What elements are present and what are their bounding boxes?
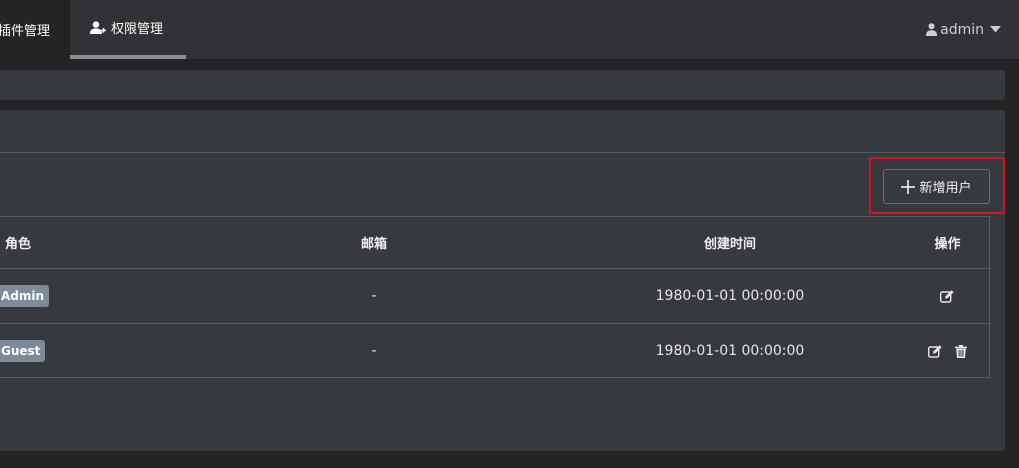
trash-icon[interactable] [955,344,967,358]
plus-icon [901,179,916,194]
column-header-actions: 操作 [934,237,961,252]
tab-plugin-management[interactable]: 插件管理 [0,0,70,59]
created-cell: 1980-01-01 00:00:00 [655,288,805,304]
tab-label: 插件管理 [0,24,51,39]
created-cell: 1980-01-01 00:00:00 [655,343,805,359]
role-cell: Guest [0,324,46,378]
username: admin [940,21,984,38]
user-panel: 新增用户 角色 邮箱 创建时间 操作 Admin - 1980-01-01 00… [0,110,1005,451]
caret-down-icon [990,26,1001,33]
edit-icon[interactable] [940,289,955,303]
users-table: 角色 邮箱 创建时间 操作 Admin - 1980-01-01 00:00:0… [0,216,990,378]
user-icon [926,23,938,36]
role-badge: Admin [0,285,50,307]
table-row: Guest - 1980-01-01 00:00:00 [0,324,989,378]
role-badge: Guest [0,340,46,362]
tab-label: 权限管理 [111,22,164,37]
email-cell: - [371,343,377,359]
table-header-row: 角色 邮箱 创建时间 操作 [0,217,989,269]
actions-cell [900,269,995,323]
table-row: Admin - 1980-01-01 00:00:00 [0,269,989,324]
column-header-role: 角色 [5,237,32,252]
column-header-created: 创建时间 [703,237,756,252]
breadcrumb-bar [0,70,1005,100]
email-cell: - [371,288,377,304]
actions-cell [900,324,995,378]
user-menu[interactable]: admin [926,0,1001,59]
tab-permission-management[interactable]: 权限管理 [70,0,186,59]
column-header-email: 邮箱 [360,237,387,252]
top-navbar: 插件管理 权限管理 admin [0,0,1019,59]
panel-header [0,110,1005,153]
role-cell: Admin [0,269,50,323]
add-user-button[interactable]: 新增用户 [883,169,990,204]
add-user-label: 新增用户 [919,181,972,196]
user-plus-icon [90,20,106,35]
edit-icon[interactable] [928,344,943,358]
